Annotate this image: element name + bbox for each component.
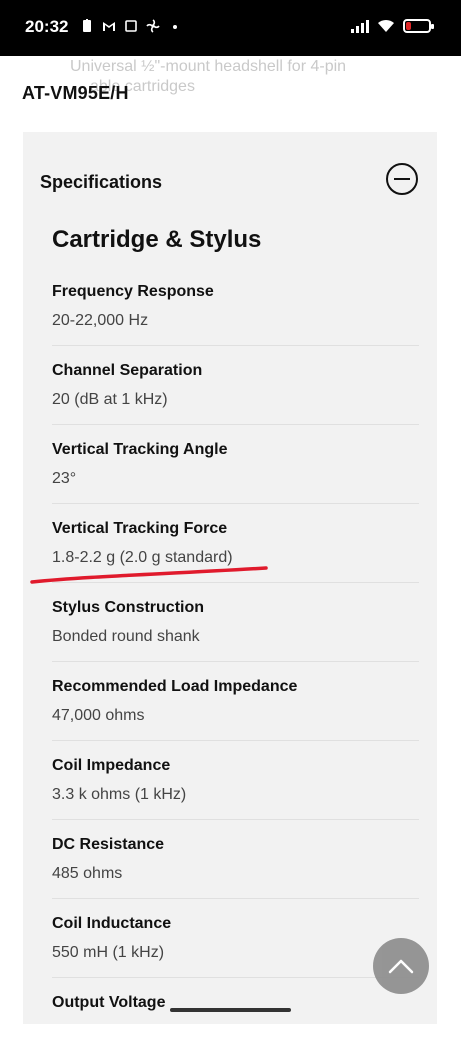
section-title: Cartridge & Stylus [52,226,262,253]
spec-label: Vertical Tracking Angle [52,441,228,458]
spec-value: 20 (dB at 1 kHz) [52,391,168,408]
spec-item: Coil Impedance 3.3 k ohms (1 kHz) [52,741,419,820]
spec-value: 550 mH (1 kHz) [52,944,165,961]
spec-item: DC Resistance 485 ohms [52,820,419,899]
battery-icon [403,19,434,33]
spec-value: Bonded round shank [52,628,200,645]
spec-label: Output Voltage [52,994,166,1011]
spec-value: 3.3 k ohms (1 kHz) [52,786,187,803]
battery-saver-icon [83,19,91,32]
spec-list: Frequency Response 20-22,000 Hz Channel … [52,267,419,1057]
spec-item: Stylus Construction Bonded round shank [52,583,419,662]
spec-value: 20-22,000 Hz [52,312,149,329]
gmail-icon [103,22,115,31]
ghost-line-1: Universal ½"-mount headshell for 4-pin [70,58,347,75]
minus-icon [394,178,410,180]
home-indicator[interactable] [170,1008,291,1012]
signal-icon [351,20,369,33]
spec-value: 23° [52,470,77,487]
specifications-heading: Specifications [40,172,163,192]
status-time: 20:32 [25,17,69,36]
spec-value: 485 ohms [52,865,123,882]
spec-label: Coil Impedance [52,757,171,774]
spec-item: Channel Separation 20 (dB at 1 kHz) [52,346,419,425]
spec-item: Vertical Tracking Angle 23° [52,425,419,504]
notification-icons [80,19,182,33]
spec-label: Frequency Response [52,283,214,300]
spec-item: Frequency Response 20-22,000 Hz [52,267,419,346]
spec-label: Channel Separation [52,362,203,379]
fan-icon [146,19,160,33]
spec-item: Recommended Load Impedance 47,000 ohms [52,662,419,741]
system-indicators [351,19,434,33]
spec-label: Recommended Load Impedance [52,678,298,695]
status-bar: 20:32 [0,0,461,56]
spec-value: 47,000 ohms [52,707,145,724]
screenshot-icon [125,20,137,32]
spec-label: Vertical Tracking Force [52,520,228,537]
collapse-button[interactable] [386,163,418,195]
red-underline-annotation [30,566,268,584]
spec-label: Coil Inductance [52,915,172,932]
wifi-icon [378,19,394,32]
spec-label: Stylus Construction [52,599,205,616]
chevron-up-icon [388,959,414,974]
page-title: AT-VM95E/H [22,83,129,103]
dot-icon [173,25,177,29]
spec-label: DC Resistance [52,836,165,853]
spec-item: Output Voltage [52,978,419,1057]
scroll-to-top-button[interactable] [373,938,429,994]
spec-item: Coil Inductance 550 mH (1 kHz) [52,899,419,978]
